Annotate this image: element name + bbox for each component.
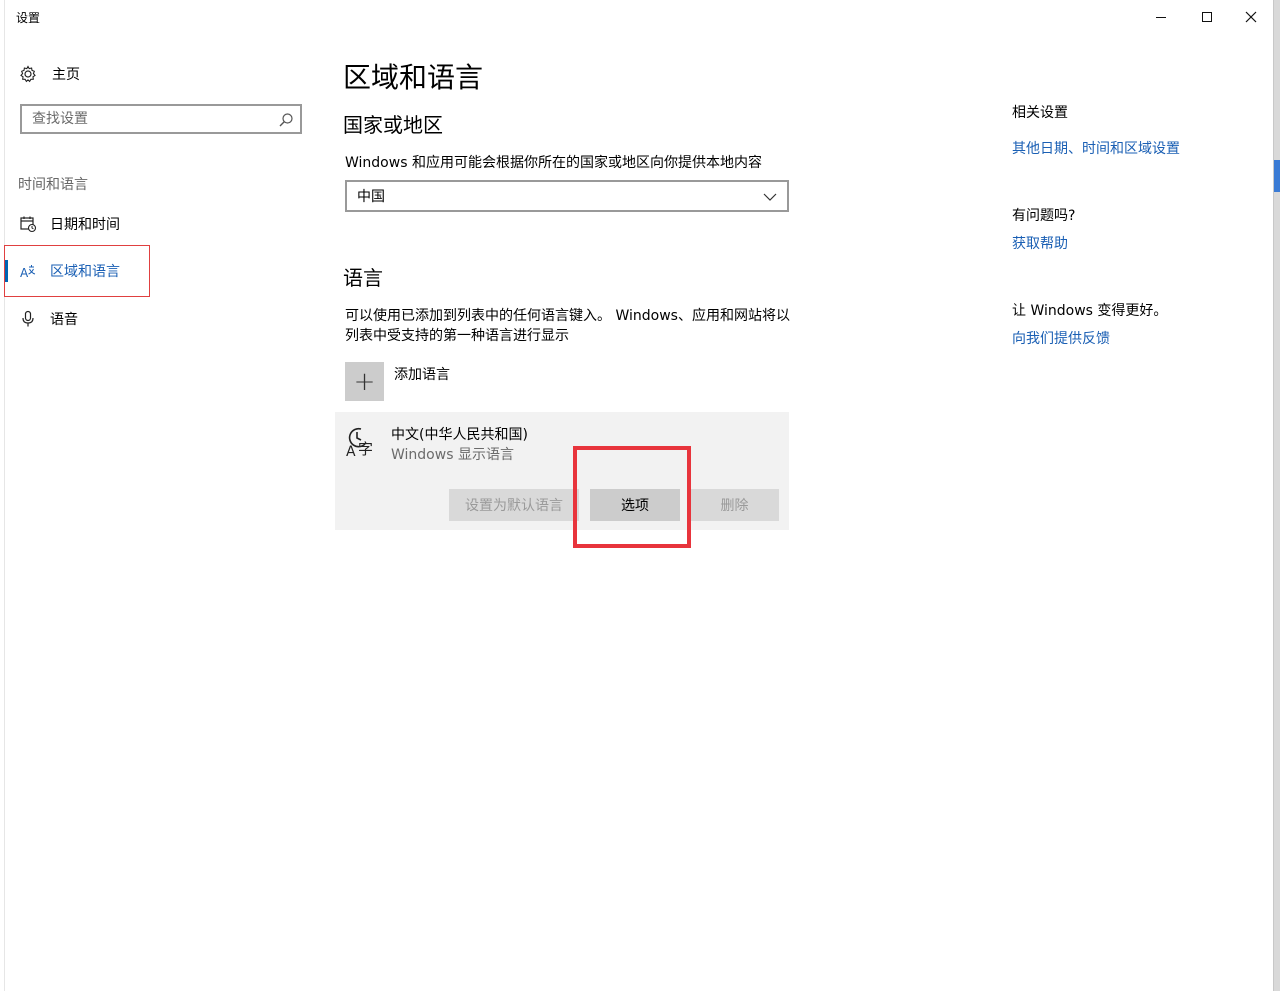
language-list-item[interactable]: A 字 中文(中华人民共和国) Windows 显示语言 设置为默认语言 选项 … [335, 412, 789, 530]
other-date-time-region-link[interactable]: 其他日期、时间和区域设置 [1012, 138, 1180, 158]
country-dropdown[interactable]: 中国 [345, 180, 789, 212]
sidebar-item-label: 日期和时间 [50, 217, 120, 233]
highlight-annotation-box [4, 245, 150, 297]
add-language-button[interactable]: + 添加语言 [345, 362, 450, 401]
maximize-icon [1202, 12, 1212, 22]
add-language-label: 添加语言 [394, 367, 450, 383]
search-icon[interactable] [278, 112, 294, 132]
language-clock-icon: A 字 [345, 424, 379, 460]
make-windows-better-heading: 让 Windows 变得更好。 [1012, 303, 1168, 319]
minimize-button[interactable] [1138, 0, 1184, 34]
minimize-icon [1156, 17, 1166, 18]
search-input[interactable] [22, 106, 272, 132]
microphone-icon [18, 310, 38, 328]
close-button[interactable] [1228, 0, 1274, 34]
home-label: 主页 [52, 67, 80, 83]
background-window-strip [1273, 0, 1280, 991]
sidebar-item-date-time[interactable]: 日期和时间 [18, 210, 120, 238]
svg-text:A: A [346, 444, 356, 458]
sidebar-group-label: 时间和语言 [18, 177, 88, 193]
language-subtitle: Windows 显示语言 [391, 447, 514, 463]
sidebar-item-label: 语音 [50, 312, 78, 328]
set-default-language-button[interactable]: 设置为默认语言 [449, 489, 579, 521]
window-left-edge [0, 0, 5, 991]
home-nav-item[interactable]: 主页 [18, 60, 80, 88]
language-description: 可以使用已添加到列表中的任何语言键入。 Windows、应用和网站将以列表中受支… [345, 308, 790, 344]
title-bar: 设置 [4, 0, 1272, 34]
language-name: 中文(中华人民共和国) [391, 427, 528, 443]
calendar-clock-icon [18, 215, 38, 233]
question-heading: 有问题吗? [1012, 208, 1076, 224]
close-icon [1245, 11, 1257, 23]
window-title: 设置 [16, 11, 41, 25]
country-section-title: 国家或地区 [343, 113, 443, 137]
language-section-title: 语言 [343, 266, 383, 290]
background-accent [1274, 160, 1280, 192]
options-highlight-annotation-box [573, 446, 691, 548]
page-title: 区域和语言 [343, 61, 484, 94]
give-feedback-link[interactable]: 向我们提供反馈 [1012, 328, 1110, 348]
search-box[interactable] [20, 104, 302, 134]
related-settings-heading: 相关设置 [1012, 105, 1068, 121]
chevron-down-icon [763, 190, 777, 206]
maximize-button[interactable] [1184, 0, 1230, 34]
svg-text:字: 字 [358, 440, 373, 458]
country-description: Windows 和应用可能会根据你所在的国家或地区向你提供本地内容 [345, 155, 762, 171]
country-dropdown-value: 中国 [357, 189, 385, 205]
remove-button[interactable]: 删除 [690, 489, 779, 521]
get-help-link[interactable]: 获取帮助 [1012, 233, 1068, 253]
plus-icon: + [345, 362, 384, 401]
sidebar-item-speech[interactable]: 语音 [18, 305, 78, 333]
gear-icon [18, 65, 38, 83]
